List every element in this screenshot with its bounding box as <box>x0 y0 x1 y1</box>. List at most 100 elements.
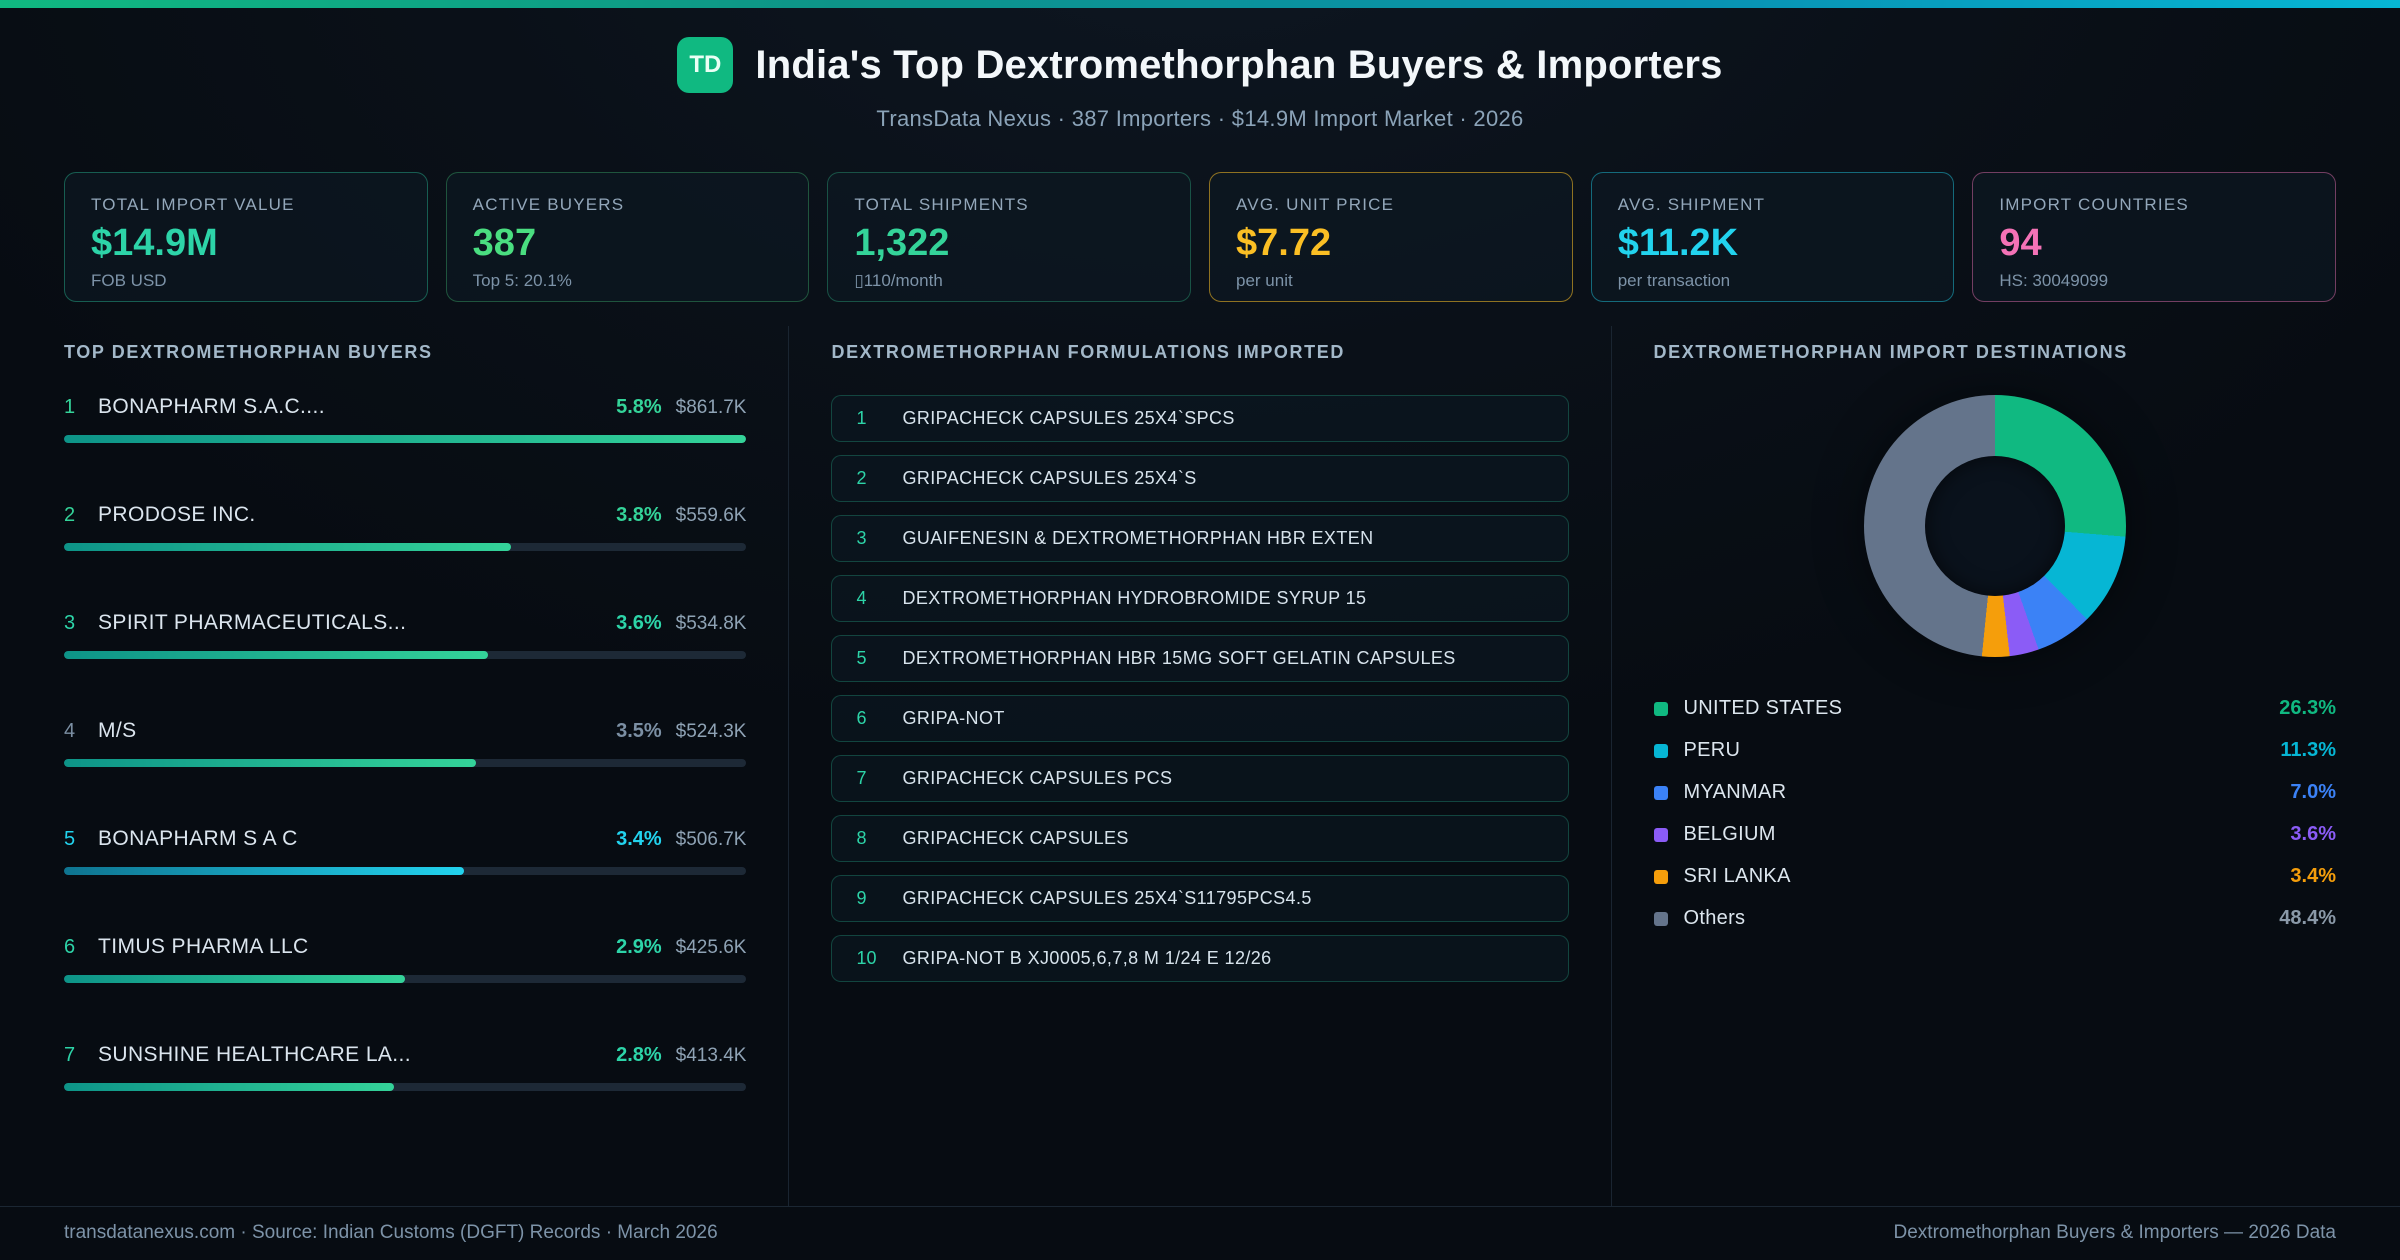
formulation-name: GRIPACHECK CAPSULES 25X4`S11795PCS4.5 <box>902 888 1312 908</box>
buyer-bar-fill <box>64 1083 394 1091</box>
buyer-share: 5.8% <box>616 396 662 418</box>
buyer-rank: 1 <box>64 396 76 418</box>
buyer-row-text: 4 M/S 3.5% $524.3K <box>64 719 746 743</box>
formulation-item: 2 GRIPACHECK CAPSULES 25X4`S <box>831 455 1569 502</box>
stat-card: TOTAL IMPORT VALUE $14.9M FOB USD <box>64 172 428 302</box>
stat-value: $7.72 <box>1236 222 1332 264</box>
formulation-item: 9 GRIPACHECK CAPSULES 25X4`S11795PCS4.5 <box>831 875 1569 922</box>
buyer-row: 3 SPIRIT PHARMACEUTICALS... 3.6% $534.8K <box>64 611 747 659</box>
formulation-item: 1 GRIPACHECK CAPSULES 25X4`SPCS <box>831 395 1569 442</box>
buyer-rank: 3 <box>64 612 76 634</box>
formulation-name: DEXTROMETHORPHAN HYDROBROMIDE SYRUP 15 <box>902 588 1367 608</box>
legend-country: PERU <box>1683 739 1741 761</box>
formulation-rank: 5 <box>856 648 867 668</box>
formulation-rank: 9 <box>856 888 867 908</box>
buyer-name: BONAPHARM S A C <box>98 827 298 850</box>
stat-value: $11.2K <box>1617 222 1739 264</box>
stat-card: ACTIVE BUYERS 387 Top 5: 20.1% <box>445 172 810 302</box>
donut-chart <box>1863 395 2126 657</box>
legend-percent: 11.3% <box>2280 739 2336 761</box>
buyer-bar-track <box>64 1083 747 1091</box>
formulation-rank: 8 <box>856 828 867 848</box>
legend-swatch <box>1653 911 1668 926</box>
page-subtitle: TransData Nexus · 387 Importers · $14.9M… <box>876 106 1524 131</box>
buyer-name: M/S <box>98 719 137 742</box>
buyer-row-text: 6 TIMUS PHARMA LLC 2.9% $425.6K <box>64 935 746 959</box>
formulation-rank: 2 <box>856 468 867 488</box>
formulations-panel: DEXTROMETHORPHAN FORMULATIONS IMPORTED 1… <box>788 326 1610 1206</box>
donut-hole <box>1924 456 2065 596</box>
legend-percent: 26.3% <box>2279 697 2336 719</box>
legend-swatch <box>1653 869 1668 884</box>
buyer-share: 3.8% <box>616 504 662 526</box>
stat-sub: Top 5: 20.1% <box>472 270 572 290</box>
stat-value: 1,322 <box>854 222 950 264</box>
buyer-bar-track <box>64 867 747 875</box>
buyer-bar-fill <box>64 651 488 659</box>
buyer-bar-fill <box>64 435 747 443</box>
buyer-bar-track <box>64 975 747 983</box>
formulations-heading: DEXTROMETHORPHAN FORMULATIONS IMPORTED <box>831 342 1345 362</box>
app-logo: TD <box>677 37 734 93</box>
stat-card: AVG. SHIPMENT $11.2K per transaction <box>1590 172 1955 302</box>
legend-percent: 3.4% <box>2290 865 2336 887</box>
buyer-bar-track <box>64 543 747 551</box>
formulation-item: 5 DEXTROMETHORPHAN HBR 15MG SOFT GELATIN … <box>831 635 1569 682</box>
footer: transdatanexus.com · Source: Indian Cust… <box>0 1206 2400 1260</box>
buyer-rank: 4 <box>64 720 76 742</box>
stat-label: IMPORT COUNTRIES <box>1999 195 2189 214</box>
formulation-name: DEXTROMETHORPHAN HBR 15MG SOFT GELATIN C… <box>902 648 1456 668</box>
formulation-name: GRIPACHECK CAPSULES PCS <box>902 768 1173 788</box>
stat-value: $14.9M <box>91 222 218 264</box>
stat-sub: ▯110/month <box>854 270 943 290</box>
legend-percent: 48.4% <box>2279 907 2336 929</box>
formulation-name: GRIPA-NOT <box>902 708 1005 728</box>
buyer-row-text: 7 SUNSHINE HEALTHCARE LA... 2.8% $413.4K <box>64 1043 746 1067</box>
dashboard-root: TD India's Top Dextromethorphan Buyers &… <box>0 0 2400 1260</box>
formulation-rank: 3 <box>856 528 867 548</box>
footer-note: Dextromethorphan Buyers & Importers — 20… <box>1893 1222 2336 1243</box>
destinations-legend: UNITED STATES 26.3% PERU 11.3% MYANMAR 7.0% BE… <box>1653 697 2336 930</box>
stat-label: AVG. SHIPMENT <box>1617 195 1766 214</box>
buyer-share: 2.8% <box>616 1044 662 1066</box>
main-content: TOP DEXTROMETHORPHAN BUYERS 1 BONAPHARM S… <box>0 326 2400 1206</box>
buyer-share: 3.6% <box>616 612 662 634</box>
stat-label: AVG. UNIT PRICE <box>1236 195 1395 214</box>
buyers-panel: TOP DEXTROMETHORPHAN BUYERS 1 BONAPHARM S… <box>64 326 788 1206</box>
buyer-share: 3.5% <box>616 720 662 742</box>
buyer-bar-fill <box>64 867 464 875</box>
buyer-value: $506.7K <box>675 829 747 850</box>
stat-label: TOTAL SHIPMENTS <box>854 195 1029 214</box>
formulation-rank: 1 <box>856 408 867 428</box>
buyer-name: SPIRIT PHARMACEUTICALS... <box>98 611 407 634</box>
buyer-rank: 5 <box>64 828 76 850</box>
buyer-name: TIMUS PHARMA LLC <box>98 935 309 958</box>
stat-value: 94 <box>1999 222 2042 264</box>
formulation-rank: 10 <box>856 948 877 968</box>
buyer-row: 1 BONAPHARM S.A.C.... 5.8% $861.7K <box>64 395 747 443</box>
legend-swatch <box>1653 827 1668 842</box>
legend-country: BELGIUM <box>1683 823 1776 845</box>
buyer-row-text: 3 SPIRIT PHARMACEUTICALS... 3.6% $534.8K <box>64 611 746 635</box>
buyer-row: 6 TIMUS PHARMA LLC 2.9% $425.6K <box>64 935 747 983</box>
stat-card: IMPORT COUNTRIES 94 HS: 30049099 <box>1972 172 2337 302</box>
buyer-value: $559.6K <box>675 505 747 526</box>
buyer-row: 5 BONAPHARM S A C 3.4% $506.7K <box>64 827 747 875</box>
formulation-name: GUAIFENESIN & DEXTROMETHORPHAN HBR EXTEN <box>902 528 1374 548</box>
legend-percent: 3.6% <box>2290 823 2336 845</box>
legend-swatch <box>1653 743 1668 758</box>
buyer-name: BONAPHARM S.A.C.... <box>98 395 325 418</box>
legend-country: SRI LANKA <box>1683 865 1791 887</box>
stat-card: AVG. UNIT PRICE $7.72 per unit <box>1209 172 1573 302</box>
buyer-bar-track <box>64 651 747 659</box>
buyer-bar-track <box>64 435 747 443</box>
stat-value: 387 <box>472 222 537 264</box>
formulation-name: GRIPACHECK CAPSULES 25X4`SPCS <box>902 408 1235 428</box>
buyer-value: $534.8K <box>675 613 747 634</box>
formulation-item: 3 GUAIFENESIN & DEXTROMETHORPHAN HBR EXTE… <box>831 515 1569 562</box>
stat-sub: per transaction <box>1617 270 1731 290</box>
buyer-value: $861.7K <box>675 397 747 418</box>
formulation-item: 8 GRIPACHECK CAPSULES <box>831 815 1569 862</box>
destinations-heading: DEXTROMETHORPHAN IMPORT DESTINATIONS <box>1653 342 2128 362</box>
footer-source: transdatanexus.com · Source: Indian Cust… <box>64 1222 718 1243</box>
